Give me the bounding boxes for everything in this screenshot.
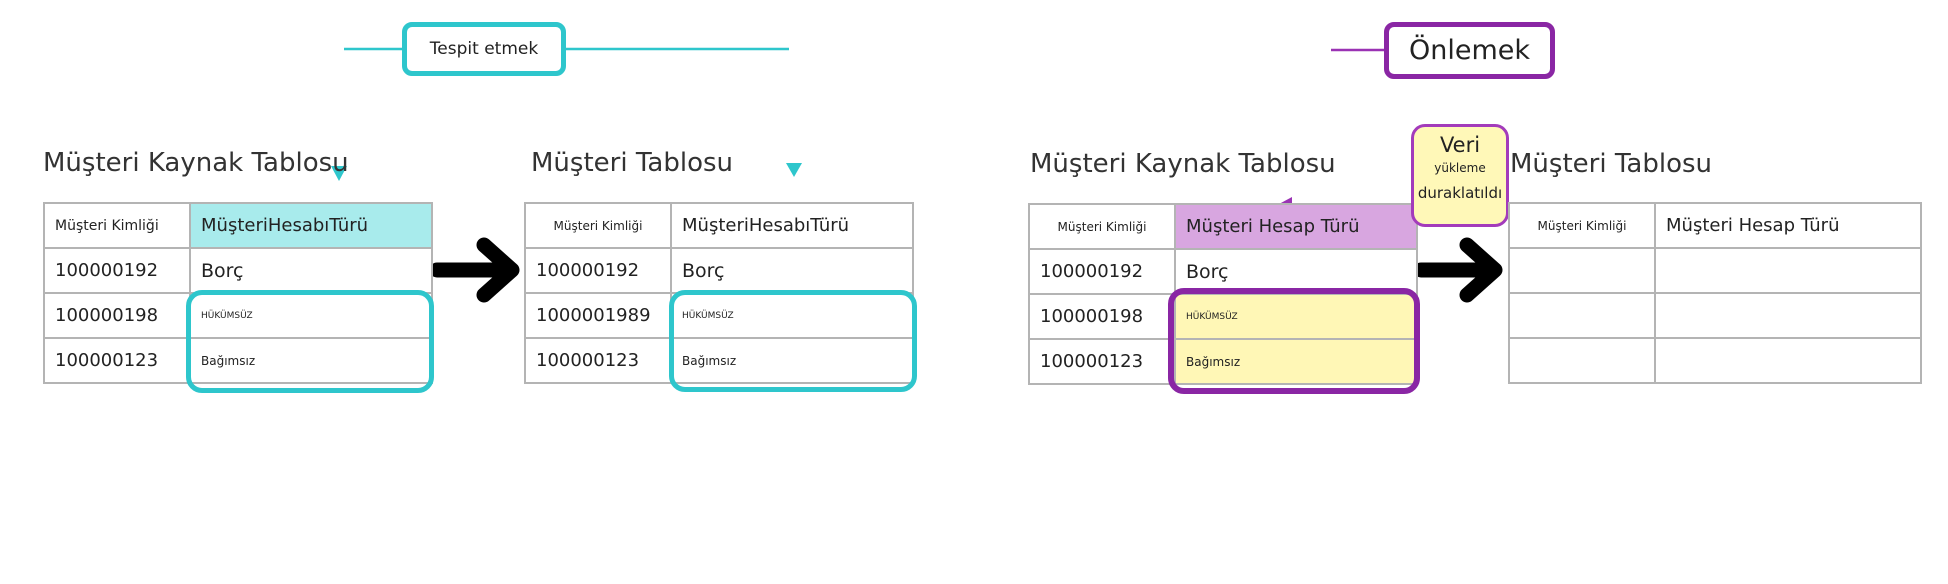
prevent-callout-label: Önlemek xyxy=(1408,35,1531,66)
detect-target-title: Müşteri Tablosu xyxy=(531,148,733,178)
detect-source-title: Müşteri Kaynak Tablosu xyxy=(43,148,349,178)
prevent-source-highlight-frame xyxy=(1168,288,1420,394)
detect-callout: Tespit etmek xyxy=(402,22,566,76)
table-cell: 100000192 xyxy=(43,247,191,294)
table-cell: 100000198 xyxy=(43,292,191,339)
detect-arrowhead-right xyxy=(786,163,802,177)
table-row xyxy=(1508,247,1922,294)
header-cell-highlighted: MüşteriHesabıTürü xyxy=(189,202,433,249)
table-header-row: Müşteri Kimliği Müşteri Hesap Türü xyxy=(1028,203,1418,250)
header-cell: Müşteri Kimliği xyxy=(1028,203,1176,250)
prevent-callout: Önlemek xyxy=(1384,22,1555,79)
detect-target-highlight-frame xyxy=(669,290,917,392)
table-header-row: Müşteri Kimliği MüşteriHesabıTürü xyxy=(43,202,433,249)
header-cell: Müşteri Hesap Türü xyxy=(1654,202,1922,249)
table-row: 100000192 Borç xyxy=(524,247,914,294)
table-row xyxy=(1508,337,1922,384)
table-cell-empty xyxy=(1508,337,1656,384)
prevent-target-title: Müşteri Tablosu xyxy=(1510,149,1712,179)
header-cell: MüşteriHesabıTürü xyxy=(670,202,914,249)
header-cell: Müşteri Kimliği xyxy=(524,202,672,249)
paused-note-line2: yükleme xyxy=(1434,161,1486,176)
table-cell-empty xyxy=(1654,337,1922,384)
table-cell: Borç xyxy=(670,247,914,294)
detect-callout-label: Tespit etmek xyxy=(429,39,539,59)
table-cell: 100000192 xyxy=(524,247,672,294)
table-cell-empty xyxy=(1508,247,1656,294)
flow-arrow-prevent xyxy=(1413,237,1503,303)
header-cell: Müşteri Kimliği xyxy=(1508,202,1656,249)
table-cell: 100000192 xyxy=(1028,248,1176,295)
table-cell: Borç xyxy=(189,247,433,294)
table-cell: 100000123 xyxy=(43,337,191,384)
paused-note-line1: Veri xyxy=(1439,133,1481,157)
header-cell: Müşteri Kimliği xyxy=(43,202,191,249)
prevent-source-title: Müşteri Kaynak Tablosu xyxy=(1030,149,1336,179)
table-cell-empty xyxy=(1654,247,1922,294)
flow-arrow-detect xyxy=(429,237,520,303)
data-load-paused-note: Veri yükleme duraklatıldı xyxy=(1411,124,1509,227)
table-row: 100000192 Borç xyxy=(43,247,433,294)
paused-note-line3: duraklatıldı xyxy=(1417,183,1503,202)
detect-source-highlight-frame xyxy=(186,290,434,393)
table-cell: 100000123 xyxy=(524,337,672,384)
table-cell-empty xyxy=(1654,292,1922,339)
table-cell: 100000198 xyxy=(1028,293,1176,340)
table-header-row: Müşteri Kimliği MüşteriHesabıTürü xyxy=(524,202,914,249)
header-cell-highlighted: Müşteri Hesap Türü xyxy=(1174,203,1418,250)
table-cell: 100000123 xyxy=(1028,338,1176,385)
table-row xyxy=(1508,292,1922,339)
table-cell-empty xyxy=(1508,292,1656,339)
table-header-row: Müşteri Kimliği Müşteri Hesap Türü xyxy=(1508,202,1922,249)
data-quality-diagram: Tespit etmek Müşteri Kaynak Tablosu Müşt… xyxy=(0,0,1948,584)
prevent-target-table: Müşteri Kimliği Müşteri Hesap Türü xyxy=(1508,202,1922,384)
table-cell: 1000001989 xyxy=(524,292,672,339)
